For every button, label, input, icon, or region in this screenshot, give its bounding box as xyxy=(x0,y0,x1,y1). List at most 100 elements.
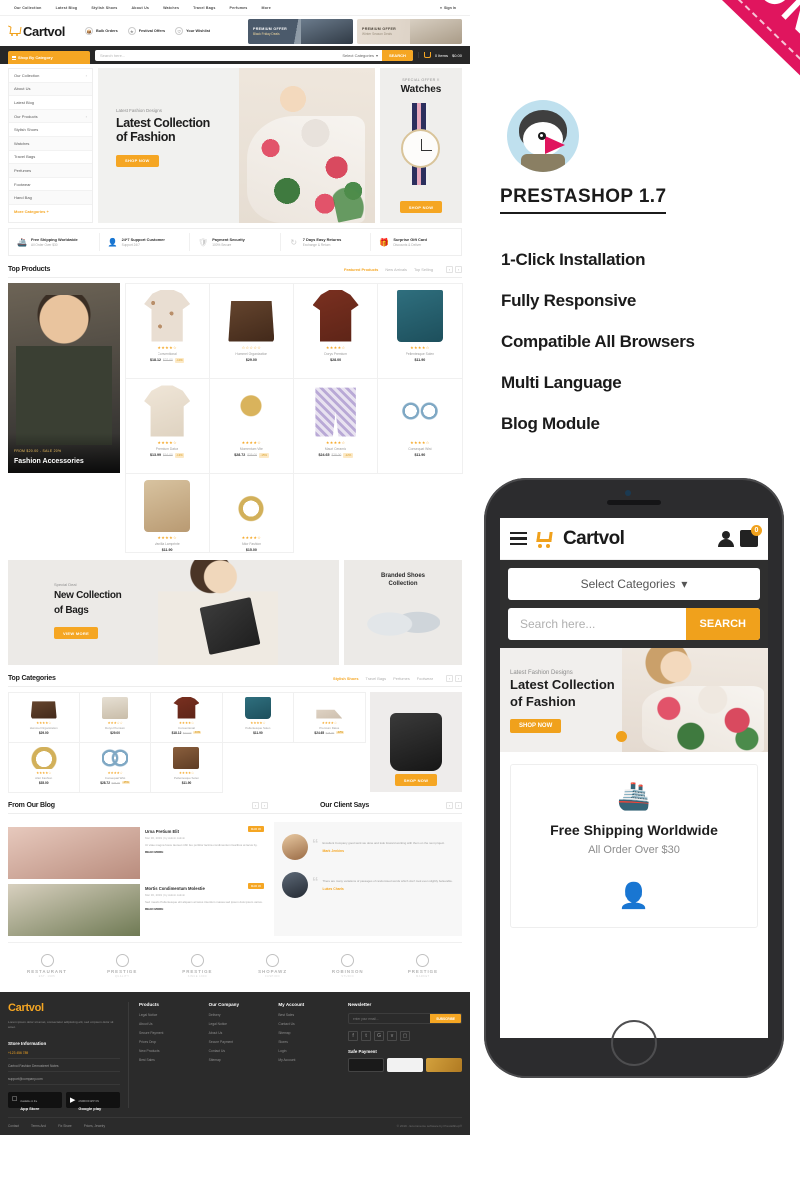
blog-read-more[interactable]: READ MORE xyxy=(145,907,268,911)
user-account-icon[interactable] xyxy=(718,530,734,547)
tab-footwear[interactable]: Footwear xyxy=(417,676,433,681)
store-phone[interactable]: +123 456 789 xyxy=(8,1051,120,1059)
next-arrow-icon[interactable]: › xyxy=(455,266,462,273)
footer-link[interactable]: My Account xyxy=(278,1058,338,1062)
category-feature-card[interactable]: SHOP NOW xyxy=(370,692,462,792)
prev-arrow-icon[interactable]: ‹ xyxy=(446,802,453,809)
sidebar-item[interactable]: Hand Bag xyxy=(9,191,92,205)
sidebar-item[interactable]: Stylish Shoes xyxy=(9,123,92,137)
next-arrow-icon[interactable]: › xyxy=(455,675,462,682)
top-nav-link[interactable]: Perfumes xyxy=(230,6,248,10)
sign-in-link[interactable]: ● Sign In xyxy=(440,6,456,10)
watches-shop-now-button[interactable]: SHOP NOW xyxy=(399,201,443,213)
cart-summary[interactable]: 0 Items $0.00 xyxy=(417,52,462,58)
footer-link[interactable]: Sitemap xyxy=(278,1031,338,1035)
mobile-hero-cta[interactable]: SHOP NOW xyxy=(510,718,562,733)
header-feature[interactable]: 📦 Bulk Orders xyxy=(85,27,118,35)
store-email[interactable]: support@company.com xyxy=(8,1077,120,1085)
next-arrow-icon[interactable]: › xyxy=(261,802,268,809)
shopping-bag-icon[interactable]: 0 xyxy=(740,525,762,547)
footer-link[interactable]: About Us xyxy=(139,1022,199,1026)
category-product-card[interactable]: ★★★★☆ Premium Datus $24.65 $28.00 -12% xyxy=(293,691,366,743)
sidebar-item[interactable]: Latest Blog xyxy=(9,96,92,110)
twitter-icon[interactable]: t xyxy=(361,1031,372,1041)
search-button[interactable]: SEARCH xyxy=(381,49,413,61)
sidebar-item[interactable]: Our Products › xyxy=(9,109,92,124)
category-product-card[interactable]: ★★★★☆ Conventional $18.12 $22.00 -10% xyxy=(150,691,223,743)
mobile-search-button[interactable]: SEARCH xyxy=(685,608,760,640)
category-product-card[interactable]: ★★★★☆ Hummel Organization $29.00 xyxy=(7,691,80,743)
header-promo-banner[interactable]: PREMIUM OFFER Winter Season Deals xyxy=(357,18,462,44)
top-nav-link[interactable]: Stylish Shoes xyxy=(91,6,117,10)
product-card[interactable]: ★★★★☆ Conventional $18.12 $22.00 -10% xyxy=(124,282,210,379)
footer-link[interactable]: Login xyxy=(278,1049,338,1053)
tab-travel-bags[interactable]: Travel Bags xyxy=(366,676,387,681)
top-nav-link[interactable]: About Us xyxy=(132,6,150,10)
tab-stylish-shoes[interactable]: Stylish Shoes xyxy=(333,676,359,681)
footer-link[interactable]: Best Sales xyxy=(139,1058,199,1062)
footer-link[interactable]: Secure Payment xyxy=(209,1040,269,1044)
footer-link[interactable]: Contact Us xyxy=(209,1049,269,1053)
footer-link[interactable]: About Us xyxy=(209,1031,269,1035)
search-input[interactable]: Search here... xyxy=(100,53,342,58)
footer-link[interactable]: Secure Payment xyxy=(139,1031,199,1035)
footer-link[interactable]: Sitemap xyxy=(209,1058,269,1062)
prev-arrow-icon[interactable]: ‹ xyxy=(446,675,453,682)
product-card[interactable]: ☆☆☆☆☆ Hummel Organization $29.00 xyxy=(208,282,294,379)
product-card[interactable]: ★★★★☆ Pellentesque Solen $11.90 xyxy=(377,282,463,379)
hero-shop-now-button[interactable]: SHOP NOW xyxy=(116,154,159,167)
sidebar-item[interactable]: Watches xyxy=(9,136,92,151)
sidebar-item[interactable]: Footwear xyxy=(9,178,92,192)
sidebar-more-categories[interactable]: More Categories + xyxy=(9,205,92,219)
product-card[interactable]: ★★★★☆ Premium Datus $13.99 $16.00 -13% xyxy=(124,377,210,474)
search-box[interactable]: Search here... Select Categories ▾ SEARC… xyxy=(95,49,413,61)
top-nav-link[interactable]: Latest Blog xyxy=(56,6,78,10)
footer-logo[interactable]: Cartvol xyxy=(8,1002,120,1014)
footer-bottom-link[interactable]: Prices, Jewelry xyxy=(84,1124,105,1128)
facebook-icon[interactable]: f xyxy=(348,1031,359,1041)
tab-new-arrivals[interactable]: New Arrivals xyxy=(385,267,407,272)
category-shop-now-button[interactable]: SHOP NOW xyxy=(394,774,438,786)
tab-top-selling[interactable]: Top Selling xyxy=(414,267,433,272)
shop-by-category-button[interactable]: Shop By Category xyxy=(8,51,90,64)
watches-promo-panel[interactable]: SPECIAL OFFER !! Watches SHOP NOW xyxy=(380,68,462,223)
top-nav-link[interactable]: More xyxy=(262,6,271,10)
category-product-card[interactable]: ★★★★☆ Altor Fashion $35.00 xyxy=(7,741,80,793)
prev-arrow-icon[interactable]: ‹ xyxy=(446,266,453,273)
blog-post[interactable]: MAR 30 Mortis Condimentum Molestie Mar 3… xyxy=(8,883,268,936)
newsletter-subscribe-button[interactable]: SUBSCRIBE xyxy=(430,1014,462,1023)
instagram-icon[interactable]: ▢ xyxy=(400,1031,411,1041)
sidebar-item[interactable]: Travel Bags xyxy=(9,151,92,165)
product-card[interactable]: ★★★★☆ Mauri Ceramic $24.65 $28.00 -12% xyxy=(293,377,379,474)
header-feature[interactable]: ♡ Your Wishlist xyxy=(175,27,210,35)
product-card[interactable]: ★★★★☆ Altor Fashion $15.00 xyxy=(208,472,294,553)
category-product-card[interactable]: ★★★★☆ Pellentesque Solen $11.90 xyxy=(221,691,295,743)
sidebar-item[interactable]: Perfumes xyxy=(9,164,92,178)
next-arrow-icon[interactable]: › xyxy=(455,802,462,809)
newsletter-email-input[interactable]: enter your email... xyxy=(349,1014,430,1023)
footer-link[interactable]: New Products xyxy=(139,1049,199,1053)
header-feature[interactable]: ★ Festival Offers xyxy=(127,27,165,35)
top-nav-link[interactable]: Watches xyxy=(163,6,179,10)
category-product-card[interactable]: ★★★★☆ Pellentesque Solen $11.90 xyxy=(150,741,223,793)
google-play-badge[interactable]: ▶ ANDROID APP ON Google play xyxy=(66,1091,120,1111)
sidebar-item[interactable]: Our Collection › xyxy=(9,69,92,83)
mobile-search-input[interactable]: Search here... xyxy=(520,617,680,631)
mobile-hero-banner[interactable]: Latest Fashion Designs Latest Collection… xyxy=(500,648,768,752)
site-logo[interactable]: Cartvol xyxy=(8,24,65,39)
tab-perfumes[interactable]: Perfumes xyxy=(393,676,410,681)
product-card[interactable]: ★★★★☆ Consequat Wist $11.90 xyxy=(377,377,463,474)
footer-link[interactable]: Legal Notice xyxy=(209,1022,269,1026)
bags-promo-banner[interactable]: Special Deal New Collection of Bags VIEW… xyxy=(8,560,339,665)
tab-featured-products[interactable]: Featured Products xyxy=(344,267,378,272)
app-store-badge[interactable]:  Available on the App Store xyxy=(8,1091,62,1111)
product-card[interactable]: ★★★★☆ Vanilla Lamprinte $11.90 xyxy=(124,472,210,553)
category-product-card[interactable]: ★★★☆☆ Dorys Premium $29.00 xyxy=(78,691,152,743)
footer-link[interactable]: Stores xyxy=(278,1040,338,1044)
mobile-select-categories[interactable]: Select Categories ▾ xyxy=(508,568,760,600)
footer-link[interactable]: Legal Notice xyxy=(139,1013,199,1017)
hero-banner[interactable]: Latest Fashion Designs Latest Collection… xyxy=(98,68,375,223)
product-card[interactable]: ★★★★☆ Dorys Premium $28.00 xyxy=(293,282,379,379)
shoes-promo-banner[interactable]: Branded Shoes Collection xyxy=(344,560,462,665)
prev-arrow-icon[interactable]: ‹ xyxy=(252,802,259,809)
